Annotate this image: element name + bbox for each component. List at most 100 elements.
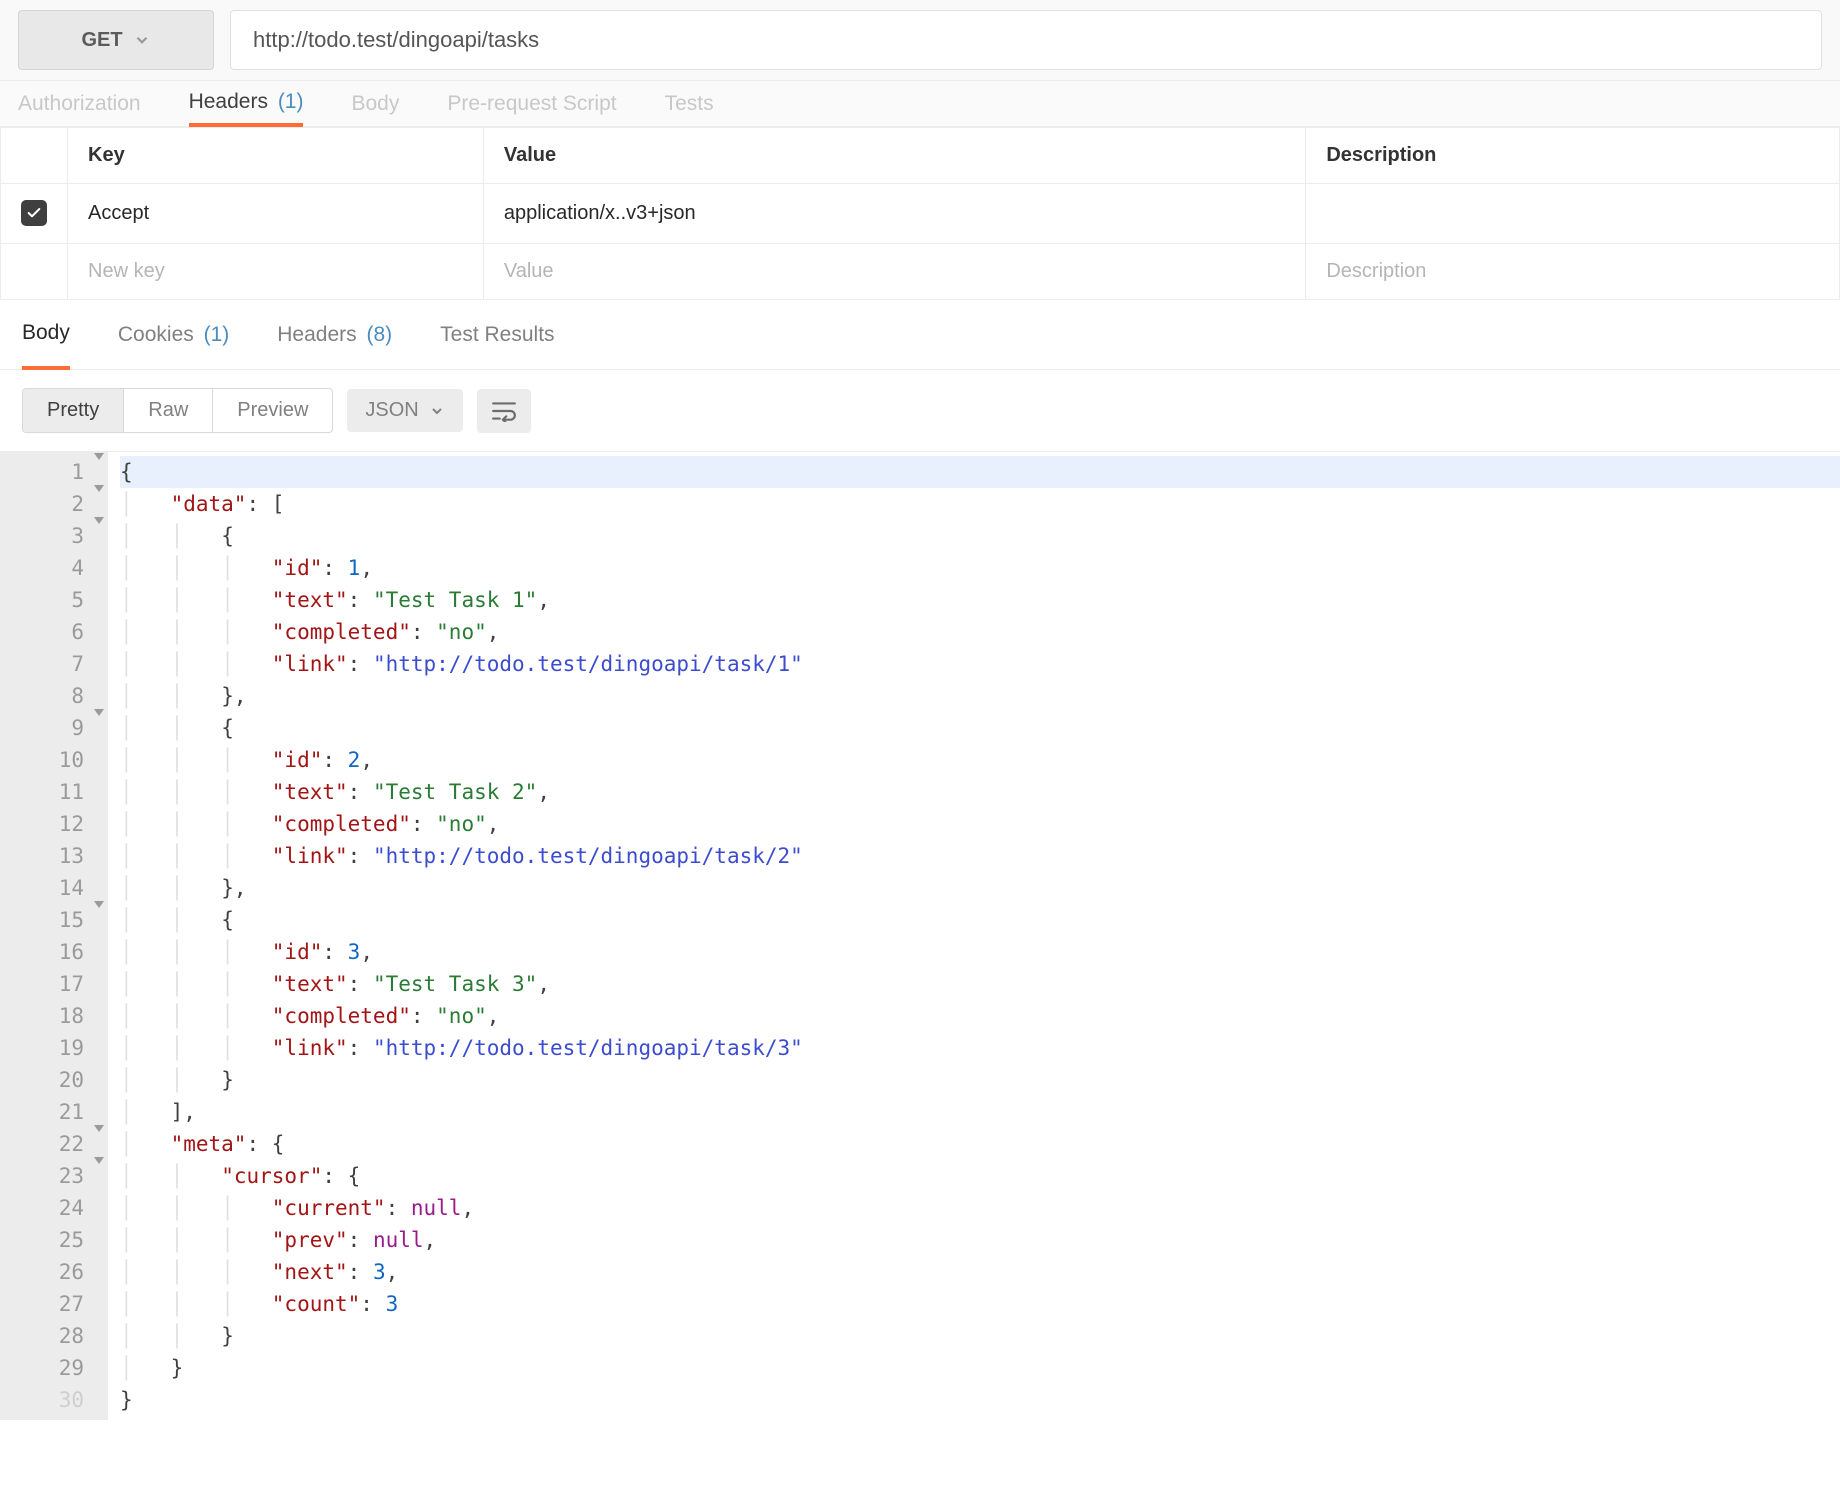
line-number: 11 (26, 776, 102, 808)
line-number: 19 (26, 1032, 102, 1064)
headers-col-key: Key (68, 128, 484, 184)
wrap-lines-button[interactable] (477, 389, 531, 433)
line-number: 9 (26, 712, 102, 744)
view-preview[interactable]: Preview (213, 389, 332, 432)
header-enable-checkbox[interactable] (21, 200, 47, 226)
body-format-dropdown[interactable]: JSON (347, 389, 462, 432)
line-number: 24 (26, 1192, 102, 1224)
line-number: 15 (26, 904, 102, 936)
resp-tab-body[interactable]: Body (22, 301, 70, 370)
code-line: │ │ │ "link": "http://todo.test/dingoapi… (120, 648, 1840, 680)
request-url-input[interactable] (230, 10, 1822, 70)
line-number: 7 (26, 648, 102, 680)
code-line: │ │ } (120, 1064, 1840, 1096)
code-line: │ │ │ "link": "http://todo.test/dingoapi… (120, 1032, 1840, 1064)
code-line: │ │ │ "count": 3 (120, 1288, 1840, 1320)
headers-table: Key Value Description Accept application… (0, 127, 1840, 300)
view-pretty[interactable]: Pretty (23, 389, 124, 432)
tab-prerequest[interactable]: Pre-request Script (447, 81, 616, 126)
header-row-new: New key Value Description (1, 244, 1840, 300)
code-line: │ │ │ "text": "Test Task 1", (120, 584, 1840, 616)
code-line: │ │ │ "id": 1, (120, 552, 1840, 584)
line-number: 22 (26, 1128, 102, 1160)
resp-tab-cookies[interactable]: Cookies (1) (118, 300, 229, 369)
line-number: 10 (26, 744, 102, 776)
code-line: │ │ } (120, 1320, 1840, 1352)
fold-toggle-icon[interactable] (94, 1125, 104, 1156)
code-line: │ │ │ "next": 3, (120, 1256, 1840, 1288)
resp-tab-test-results[interactable]: Test Results (440, 300, 554, 369)
header-value-input[interactable]: Value (483, 244, 1306, 300)
cookies-count-badge: (1) (204, 323, 230, 347)
check-icon (26, 205, 42, 221)
code-line: │ │ │ "completed": "no", (120, 616, 1840, 648)
line-number: 13 (26, 840, 102, 872)
fold-toggle-icon[interactable] (94, 517, 104, 548)
code-line: │ │ │ "link": "http://todo.test/dingoapi… (120, 840, 1840, 872)
response-body-source[interactable]: {│ "data": [│ │ {│ │ │ "id": 1,│ │ │ "te… (108, 452, 1840, 1420)
code-line: │ │ │ "id": 3, (120, 936, 1840, 968)
view-raw[interactable]: Raw (124, 389, 213, 432)
line-number: 6 (26, 616, 102, 648)
line-number: 4 (26, 552, 102, 584)
code-line: │ │ "cursor": { (120, 1160, 1840, 1192)
fold-toggle-icon[interactable] (94, 901, 104, 932)
fold-toggle-icon[interactable] (94, 1157, 104, 1188)
line-number: 28 (26, 1320, 102, 1352)
tab-body[interactable]: Body (351, 81, 399, 126)
line-number: 18 (26, 1000, 102, 1032)
response-tabs: Body Cookies (1) Headers (8) Test Result… (0, 300, 1840, 370)
tab-authorization[interactable]: Authorization (18, 81, 141, 126)
http-method-label: GET (81, 29, 122, 52)
line-number: 12 (26, 808, 102, 840)
headers-count-badge: (1) (278, 90, 304, 114)
http-method-dropdown[interactable]: GET (18, 10, 214, 70)
header-key-input[interactable]: New key (68, 244, 484, 300)
line-number: 20 (26, 1064, 102, 1096)
line-number: 16 (26, 936, 102, 968)
code-line: │ │ { (120, 904, 1840, 936)
code-line: │ │ │ "current": null, (120, 1192, 1840, 1224)
fold-toggle-icon[interactable] (94, 453, 104, 484)
line-number: 14 (26, 872, 102, 904)
code-line: │ │ │ "completed": "no", (120, 808, 1840, 840)
wrap-icon (491, 400, 517, 422)
resp-headers-count-badge: (8) (367, 323, 393, 347)
resp-tab-headers[interactable]: Headers (8) (277, 300, 392, 369)
code-line: │ │ { (120, 712, 1840, 744)
line-number: 17 (26, 968, 102, 1000)
line-number: 25 (26, 1224, 102, 1256)
code-line: │ } (120, 1352, 1840, 1384)
header-description-cell[interactable] (1306, 184, 1840, 244)
line-number: 1 (26, 456, 102, 488)
header-key-cell[interactable]: Accept (68, 184, 484, 244)
request-bar: GET (0, 0, 1840, 81)
fold-toggle-icon[interactable] (94, 709, 104, 740)
header-value-cell[interactable]: application/x..v3+json (483, 184, 1306, 244)
line-number: 27 (26, 1288, 102, 1320)
code-line: │ │ }, (120, 680, 1840, 712)
code-line: } (120, 1384, 1840, 1416)
code-line: │ "data": [ (120, 488, 1840, 520)
code-line: │ │ │ "id": 2, (120, 744, 1840, 776)
fold-toggle-icon[interactable] (94, 485, 104, 516)
body-format-label: JSON (365, 399, 418, 422)
line-number: 3 (26, 520, 102, 552)
code-line: │ │ }, (120, 872, 1840, 904)
code-line: │ │ │ "text": "Test Task 2", (120, 776, 1840, 808)
body-view-mode: Pretty Raw Preview (22, 388, 333, 433)
code-line: │ │ │ "text": "Test Task 3", (120, 968, 1840, 1000)
headers-col-description: Description (1306, 128, 1840, 184)
headers-col-toggle (1, 128, 68, 184)
request-tabs: Authorization Headers (1) Body Pre-reque… (0, 81, 1840, 127)
tab-headers[interactable]: Headers (1) (189, 82, 304, 127)
chevron-down-icon (429, 403, 445, 419)
line-number: 5 (26, 584, 102, 616)
code-line: │ │ │ "prev": null, (120, 1224, 1840, 1256)
headers-col-value: Value (483, 128, 1306, 184)
line-number: 29 (26, 1352, 102, 1384)
line-number: 26 (26, 1256, 102, 1288)
header-description-input[interactable]: Description (1306, 244, 1840, 300)
tab-tests[interactable]: Tests (665, 81, 714, 126)
code-line: │ "meta": { (120, 1128, 1840, 1160)
